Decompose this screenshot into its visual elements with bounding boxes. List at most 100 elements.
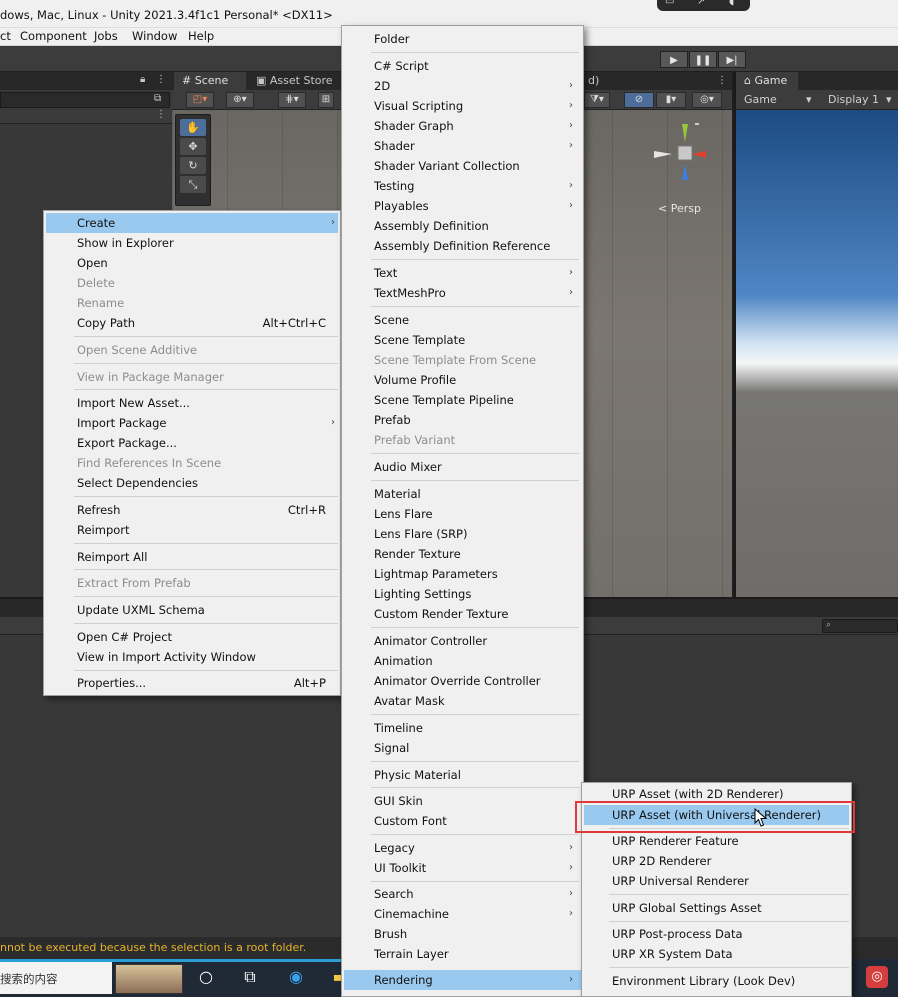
edge-icon[interactable]: ◉: [282, 967, 310, 986]
menu-item-lighting-settings[interactable]: Lighting Settings: [344, 584, 581, 604]
menu-item-folder[interactable]: Folder: [344, 29, 581, 49]
scene-visibility-icon[interactable]: ⊘: [624, 92, 654, 108]
menu-item-export-package[interactable]: Export Package...: [46, 433, 338, 453]
menu-item-cinemachine[interactable]: Cinemachine ›: [344, 904, 581, 924]
menu-item-custom-render-texture[interactable]: Custom Render Texture: [344, 604, 581, 624]
hand-tool-icon[interactable]: ✋: [180, 119, 206, 136]
step-icon[interactable]: ▶|: [718, 51, 746, 68]
tab-game[interactable]: ⌂ Game: [736, 72, 798, 90]
menu-item-shader[interactable]: Shader ›: [344, 136, 581, 156]
menu-item-lens-flare[interactable]: Lens Flare: [344, 504, 581, 524]
menu-item-gui-skin[interactable]: GUI Skin: [344, 791, 581, 811]
menu-item-signal[interactable]: Signal: [344, 738, 581, 758]
menu-item-lightmap-parameters[interactable]: Lightmap Parameters: [344, 564, 581, 584]
netease-music-icon[interactable]: ◎: [866, 966, 888, 988]
scale-tool-icon[interactable]: ⤡: [180, 176, 206, 193]
menu-item-reimport-all[interactable]: Reimport All: [46, 547, 338, 567]
center-cube-icon[interactable]: [677, 145, 693, 161]
menu-item-open-scene-additive[interactable]: Open Scene Additive: [46, 340, 338, 360]
more-options-icon[interactable]: ⋮: [156, 74, 166, 85]
menu-item-delete[interactable]: Delete: [46, 273, 338, 293]
menu-item-import-new-asset[interactable]: Import New Asset...: [46, 393, 338, 413]
menu-item-open-csharp-project[interactable]: Open C# Project: [46, 627, 338, 647]
menu-item-urp-xr-system-data[interactable]: URP XR System Data: [584, 944, 849, 964]
project-search-input[interactable]: ⧉: [0, 92, 170, 108]
task-view-icon[interactable]: ⧉: [236, 967, 264, 987]
game-view-dropdown[interactable]: Game ▾: [736, 91, 812, 109]
y-axis-icon[interactable]: [682, 124, 688, 142]
menu-item-create[interactable]: Create ›: [46, 213, 338, 233]
menu-item-material[interactable]: Material: [344, 484, 581, 504]
menu-item-update-uxml-schema[interactable]: Update UXML Schema: [46, 600, 338, 620]
menu-item-brush[interactable]: Brush: [344, 924, 581, 944]
grid-snap-icon[interactable]: ⋕▾: [278, 92, 306, 108]
menu-item-reimport[interactable]: Reimport: [46, 520, 338, 540]
menu-item-search[interactable]: Search ›: [344, 884, 581, 904]
gizmo-toggle-icon[interactable]: ⧩▾: [584, 92, 610, 108]
menu-item-urp-post-process-data[interactable]: URP Post-process Data: [584, 924, 849, 944]
menu-item-shader-variant-collection[interactable]: Shader Variant Collection: [344, 156, 581, 176]
menu-item-copy-path[interactable]: Copy Path Alt+Ctrl+C: [46, 313, 338, 333]
menu-item-urp-universal-renderer[interactable]: URP Universal Renderer: [584, 871, 849, 891]
menu-item-refresh[interactable]: Refresh Ctrl+R: [46, 500, 338, 520]
menu-item-scene[interactable]: Scene: [344, 310, 581, 330]
z-axis-icon[interactable]: [682, 164, 688, 180]
rotate-tool-icon[interactable]: ↻: [180, 157, 206, 174]
menu-item-text[interactable]: Text ›: [344, 263, 581, 283]
menu-item-terrain-layer[interactable]: Terrain Layer: [344, 944, 581, 964]
menu-item-animation[interactable]: Animation: [344, 651, 581, 671]
move-tool-icon[interactable]: ✥: [180, 138, 206, 155]
search-by-type-icon[interactable]: ⧉: [154, 93, 161, 104]
menu-item-playables[interactable]: Playables ›: [344, 196, 581, 216]
menu-item-open[interactable]: Open: [46, 253, 338, 273]
menu-item-environment-library[interactable]: Environment Library (Look Dev): [584, 971, 849, 991]
menu-project[interactable]: ct: [0, 29, 11, 43]
menu-item-urp-2d-renderer[interactable]: URP 2D Renderer: [584, 851, 849, 871]
console-search-input[interactable]: ⌕: [822, 619, 898, 633]
increment-snap-icon[interactable]: ⊞: [318, 92, 334, 108]
menu-item-volume-profile[interactable]: Volume Profile: [344, 370, 581, 390]
menu-item-urp-renderer-feature[interactable]: URP Renderer Feature: [584, 831, 849, 851]
menu-item-show-in-explorer[interactable]: Show in Explorer: [46, 233, 338, 253]
more-options-icon[interactable]: ⋮: [156, 109, 166, 120]
menu-item-visual-scripting[interactable]: Visual Scripting ›: [344, 96, 581, 116]
menu-window[interactable]: Window: [132, 29, 177, 43]
menu-item-assembly-definition-reference[interactable]: Assembly Definition Reference: [344, 236, 581, 256]
menu-item-physic-material[interactable]: Physic Material: [344, 765, 581, 785]
status-message[interactable]: nnot be executed because the selection i…: [0, 941, 306, 954]
menu-help[interactable]: Help: [188, 29, 214, 43]
menu-item-audio-mixer[interactable]: Audio Mixer: [344, 457, 581, 477]
menu-item-csharp-script[interactable]: C# Script: [344, 56, 581, 76]
play-icon[interactable]: ▶: [660, 51, 688, 68]
taskbar-search-box[interactable]: 搜索的内容: [0, 962, 112, 994]
menu-item-render-texture[interactable]: Render Texture: [344, 544, 581, 564]
menu-item-legacy[interactable]: Legacy ›: [344, 838, 581, 858]
menu-item-view-import-activity[interactable]: View in Import Activity Window: [46, 647, 338, 667]
menu-component[interactable]: Component: [20, 29, 87, 43]
gizmos-icon[interactable]: ◎▾: [692, 92, 722, 108]
menu-item-extract-from-prefab[interactable]: Extract From Prefab: [46, 573, 338, 593]
pause-icon[interactable]: ❚❚: [689, 51, 717, 68]
menu-item-select-dependencies[interactable]: Select Dependencies: [46, 473, 338, 493]
menu-item-scene-template-pipeline[interactable]: Scene Template Pipeline: [344, 390, 581, 410]
more-options-icon[interactable]: ⋮: [717, 75, 727, 86]
menu-item-prefab-variant[interactable]: Prefab Variant: [344, 430, 581, 450]
menu-item-import-package[interactable]: Import Package ›: [46, 413, 338, 433]
menu-item-testing[interactable]: Testing ›: [344, 176, 581, 196]
camera-icon[interactable]: ▮▾: [656, 92, 686, 108]
menu-item-textmeshpro[interactable]: TextMeshPro ›: [344, 283, 581, 303]
game-viewport[interactable]: [736, 110, 898, 597]
menu-item-shader-graph[interactable]: Shader Graph ›: [344, 116, 581, 136]
menu-item-assembly-definition[interactable]: Assembly Definition: [344, 216, 581, 236]
menu-item-ui-toolkit[interactable]: UI Toolkit ›: [344, 858, 581, 878]
menu-item-find-references[interactable]: Find References In Scene: [46, 453, 338, 473]
menu-item-rename[interactable]: Rename: [46, 293, 338, 313]
cortana-icon[interactable]: ○: [192, 967, 220, 986]
screen-recorder-overlay[interactable]: ▭ ↗ ◖: [657, 0, 750, 11]
taskbar-search-highlight-image[interactable]: [115, 964, 183, 994]
scene-orientation-gizmo[interactable]: [650, 120, 720, 190]
menu-item-prefab[interactable]: Prefab: [344, 410, 581, 430]
x-axis-icon[interactable]: [692, 151, 706, 158]
menu-item-scene-template[interactable]: Scene Template: [344, 330, 581, 350]
menu-jobs[interactable]: Jobs: [94, 29, 118, 43]
